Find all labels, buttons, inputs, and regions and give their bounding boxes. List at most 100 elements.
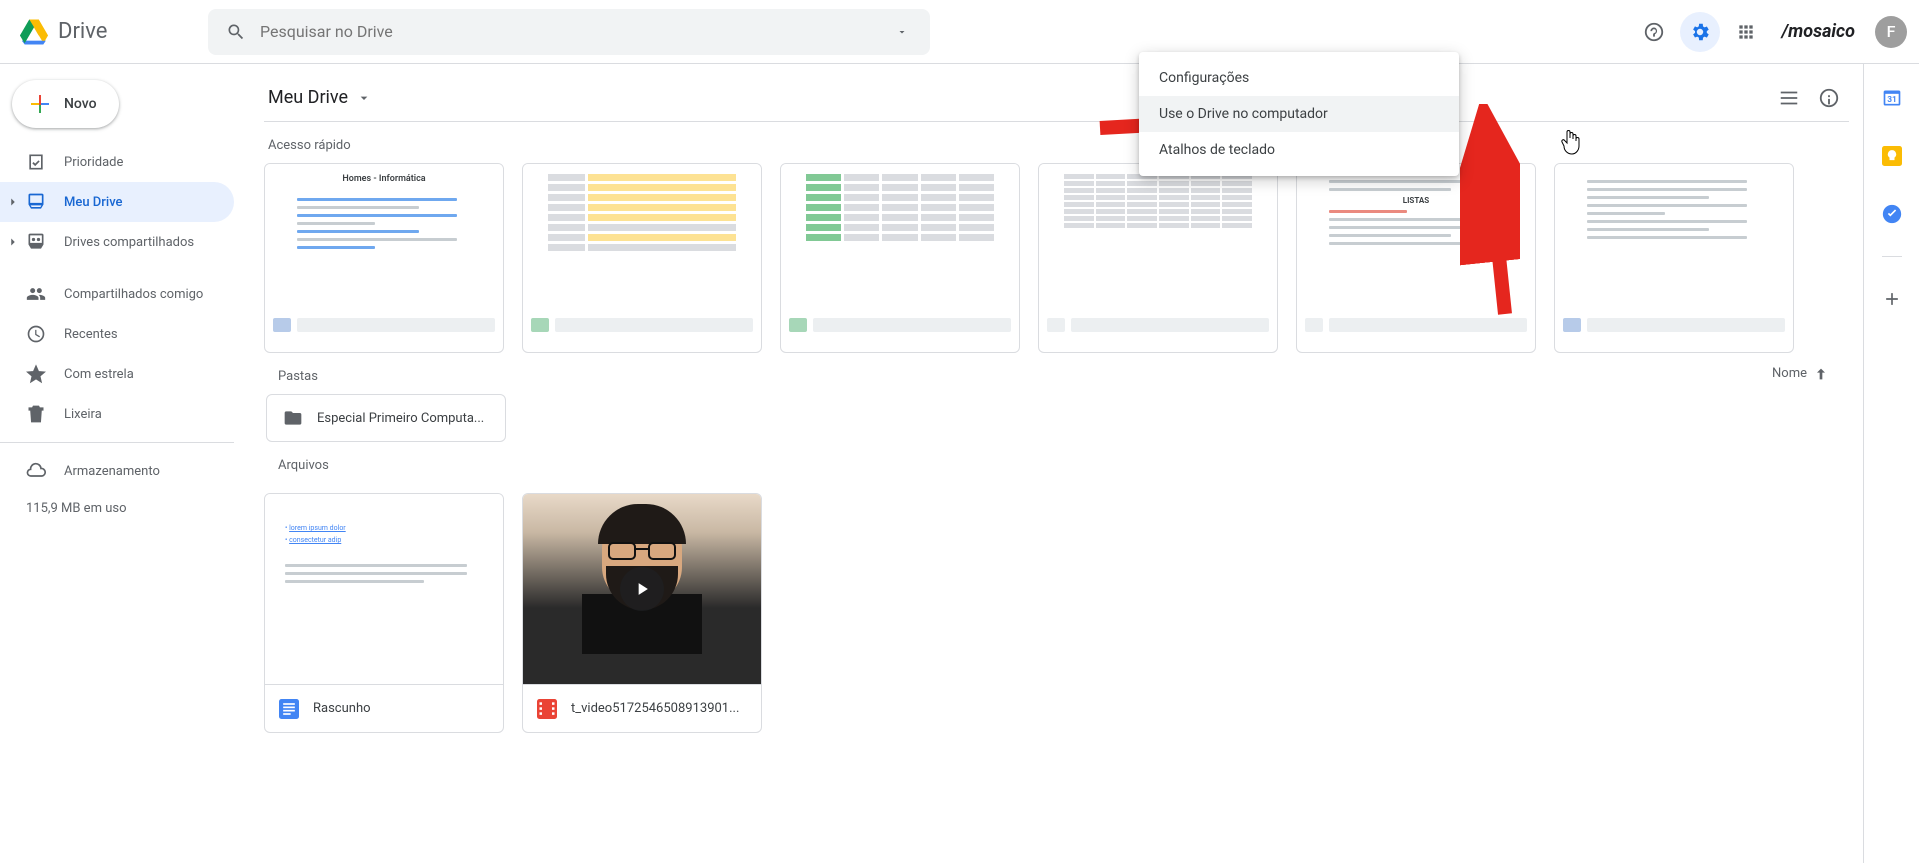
play-icon <box>632 579 652 599</box>
quick-card[interactable] <box>1554 163 1794 353</box>
search-icon <box>226 22 246 42</box>
quick-footer <box>1555 298 1793 352</box>
file-name: Rascunho <box>313 701 371 716</box>
sidebar-item-shared-drives[interactable]: Drives compartilhados <box>0 222 234 262</box>
chevron-right-icon <box>6 195 20 209</box>
search-bar[interactable] <box>208 9 930 55</box>
sidebar: Novo Prioridade Meu Drive Drives compart… <box>0 64 250 863</box>
sidebar-item-priority[interactable]: Prioridade <box>0 142 234 182</box>
details-button[interactable] <box>1809 78 1849 118</box>
quick-card[interactable] <box>1038 163 1278 353</box>
quick-thumb <box>1039 164 1277 298</box>
svg-text:31: 31 <box>1887 95 1897 105</box>
quick-access-row: Homes - Informática <box>264 163 1849 353</box>
path-label: Meu Drive <box>268 87 348 108</box>
logo-area[interactable]: Drive <box>12 18 208 46</box>
keep-app-button[interactable] <box>1872 136 1912 176</box>
cloud-icon <box>26 461 46 481</box>
docs-icon <box>279 699 299 719</box>
sidebar-item-shared-with-me[interactable]: Compartilhados comigo <box>0 274 234 314</box>
quick-card[interactable] <box>522 163 762 353</box>
quick-card[interactable]: LISTAS <box>1296 163 1536 353</box>
sidebar-item-storage[interactable]: Armazenamento <box>0 451 234 491</box>
quick-thumb <box>781 164 1019 298</box>
sidebar-item-label: Com estrela <box>64 367 134 382</box>
help-icon <box>1643 21 1665 43</box>
settings-button[interactable] <box>1680 12 1720 52</box>
drive-logo-icon <box>20 18 48 46</box>
folder-icon <box>283 408 303 428</box>
quick-footer <box>265 298 503 352</box>
quick-card[interactable] <box>780 163 1020 353</box>
sidebar-item-label: Recentes <box>64 327 118 342</box>
file-name: t_video5172546508913901... <box>571 701 739 716</box>
menu-item-settings[interactable]: Configurações <box>1139 60 1459 96</box>
app-title: Drive <box>58 19 107 44</box>
account-avatar[interactable]: F <box>1875 16 1907 48</box>
chevron-right-icon <box>6 235 20 249</box>
calendar-app-button[interactable]: 31 <box>1872 78 1912 118</box>
sort-button[interactable]: Nome <box>1772 366 1849 382</box>
file-footer: Rascunho <box>265 684 503 732</box>
main-content: Meu Drive Acesso rápido Homes - Informát… <box>250 64 1863 863</box>
sidebar-item-label: Drives compartilhados <box>64 235 194 250</box>
folders-title: Pastas <box>264 353 318 394</box>
list-view-icon <box>1778 87 1800 109</box>
thumb-heading: LISTAS <box>1329 196 1503 205</box>
info-icon <box>1818 87 1840 109</box>
quick-footer <box>1039 298 1277 352</box>
shared-with-me-icon <box>26 284 46 304</box>
star-icon <box>26 364 46 384</box>
sidebar-item-starred[interactable]: Com estrela <box>0 354 234 394</box>
sidebar-item-recent[interactable]: Recentes <box>0 314 234 354</box>
quick-card[interactable]: Homes - Informática <box>264 163 504 353</box>
new-button-label: Novo <box>64 96 97 112</box>
list-view-button[interactable] <box>1769 78 1809 118</box>
file-footer: t_video5172546508913901... <box>523 684 761 732</box>
search-button[interactable] <box>216 12 256 52</box>
plus-icon <box>28 92 52 116</box>
quick-thumb <box>523 164 761 298</box>
gear-icon <box>1689 21 1711 43</box>
tasks-icon <box>1882 204 1902 224</box>
quick-thumb: Homes - Informática <box>265 164 503 298</box>
header-actions: /mosaico F <box>1634 12 1911 52</box>
search-options-button[interactable] <box>882 12 922 52</box>
sidebar-item-label: Lixeira <box>64 407 102 422</box>
path-row: Meu Drive <box>264 74 1849 122</box>
quick-footer <box>1297 298 1535 352</box>
files-title: Arquivos <box>264 442 1849 483</box>
video-file-icon <box>537 699 557 719</box>
file-thumb: • lorem ipsum dolor • consectetur adip <box>265 494 503 684</box>
priority-icon <box>26 152 46 172</box>
header: Drive /mosaico F <box>0 0 1919 64</box>
thumb-heading: Homes - Informática <box>342 174 425 184</box>
search-input[interactable] <box>256 22 882 41</box>
sidebar-item-trash[interactable]: Lixeira <box>0 394 234 434</box>
file-card[interactable]: t_video5172546508913901... <box>522 493 762 733</box>
help-button[interactable] <box>1634 12 1674 52</box>
sidebar-item-label: Armazenamento <box>64 464 160 479</box>
plus-icon <box>1882 289 1902 309</box>
apps-button[interactable] <box>1726 12 1766 52</box>
quick-access-title: Acesso rápido <box>264 122 1849 163</box>
sidebar-item-my-drive[interactable]: Meu Drive <box>0 182 234 222</box>
keep-icon <box>1882 146 1902 166</box>
storage-used-label: 115,9 MB em uso <box>0 491 250 516</box>
caret-down-icon <box>896 26 908 38</box>
sidebar-item-label: Compartilhados comigo <box>64 287 203 302</box>
folder-chip[interactable]: Especial Primeiro Computa... <box>266 394 506 442</box>
quick-footer <box>523 298 761 352</box>
file-grid: • lorem ipsum dolor • consectetur adip R… <box>264 493 1849 733</box>
file-card[interactable]: • lorem ipsum dolor • consectetur adip R… <box>264 493 504 733</box>
path-my-drive[interactable]: Meu Drive <box>264 81 376 114</box>
menu-item-use-drive-desktop[interactable]: Use o Drive no computador <box>1139 96 1459 132</box>
menu-item-keyboard-shortcuts[interactable]: Atalhos de teclado <box>1139 132 1459 168</box>
settings-dropdown-menu: Configurações Use o Drive no computador … <box>1139 52 1459 176</box>
add-apps-button[interactable] <box>1872 279 1912 319</box>
folder-name: Especial Primeiro Computa... <box>317 411 484 426</box>
new-button[interactable]: Novo <box>12 80 119 128</box>
arrow-up-icon <box>1813 366 1829 382</box>
caret-down-icon <box>356 90 372 106</box>
tasks-app-button[interactable] <box>1872 194 1912 234</box>
